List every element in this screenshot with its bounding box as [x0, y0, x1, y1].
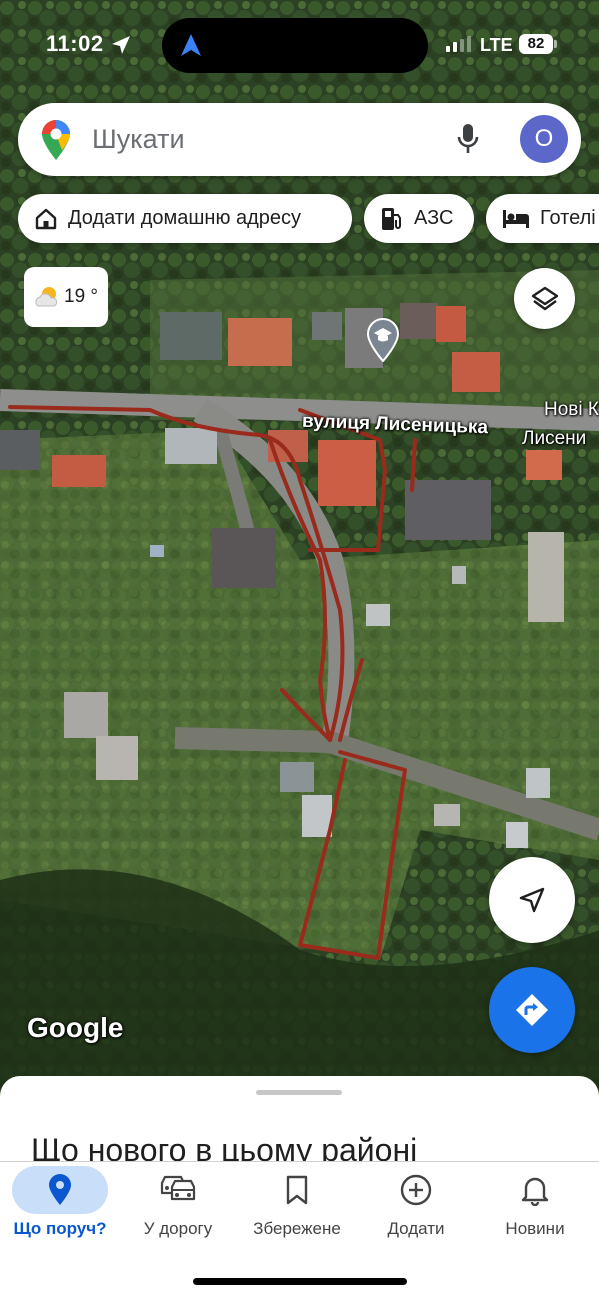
nav-contribute-label: Додати — [387, 1219, 445, 1238]
search-input[interactable] — [92, 124, 432, 155]
sheet-drag-handle[interactable] — [256, 1090, 342, 1095]
bookmark-icon — [286, 1175, 308, 1205]
nav-contribute-wrap — [368, 1166, 464, 1214]
chip-gas-stations-label: АЗС — [414, 207, 454, 229]
gas-station-icon — [382, 207, 401, 230]
chip-gas-stations[interactable]: АЗС — [364, 194, 474, 243]
nav-explore[interactable]: Що поруч? — [0, 1162, 120, 1242]
nav-updates-wrap — [487, 1166, 583, 1214]
chip-add-home[interactable]: Додати домашню адресу — [18, 194, 352, 243]
bell-icon — [521, 1177, 549, 1206]
chip-hotels[interactable]: Готелі — [486, 194, 599, 243]
nav-go-label: У дорогу — [143, 1219, 213, 1238]
weather-widget[interactable]: 19 ° — [24, 267, 108, 327]
account-avatar[interactable]: О — [520, 115, 568, 163]
location-arrow-icon — [112, 36, 130, 54]
nav-updates[interactable]: Новини — [475, 1162, 595, 1242]
home-indicator — [193, 1278, 407, 1285]
battery-indicator: 82 — [519, 34, 553, 54]
directions-icon — [516, 994, 548, 1026]
layers-button[interactable] — [514, 268, 575, 329]
my-location-button[interactable] — [489, 857, 575, 943]
nav-saved-label: Збережене — [253, 1219, 341, 1238]
directions-button[interactable] — [489, 967, 575, 1053]
battery-cap — [554, 40, 557, 48]
location-pin-icon — [49, 1174, 71, 1205]
signal-icon — [446, 36, 471, 52]
google-logo: Google — [27, 1012, 124, 1043]
place-label-line1: Нові К — [544, 399, 599, 420]
search-bar[interactable]: О — [18, 103, 581, 176]
nav-updates-label: Новини — [505, 1219, 565, 1238]
status-time: 11:02 — [46, 31, 104, 56]
nav-saved[interactable]: Збережене — [237, 1162, 357, 1242]
nav-go[interactable]: У дорогу — [118, 1162, 238, 1242]
hotel-icon — [503, 209, 529, 228]
weather-temperature: 19 ° — [64, 286, 99, 307]
car-icon — [160, 1175, 196, 1201]
nav-explore-highlight — [12, 1166, 108, 1214]
chip-hotels-label: Готелі — [540, 207, 596, 229]
microphone-icon[interactable] — [456, 123, 480, 155]
layers-icon — [531, 286, 558, 310]
place-label-line2: Лисени — [522, 428, 587, 449]
navigation-arrow-icon — [181, 34, 201, 56]
nav-saved-wrap — [249, 1166, 345, 1214]
nav-contribute[interactable]: Додати — [356, 1162, 476, 1242]
network-type: LTE — [480, 35, 513, 55]
nav-go-wrap — [130, 1166, 226, 1214]
add-circle-icon — [400, 1174, 432, 1206]
nav-explore-label: Що поруч? — [13, 1219, 107, 1238]
partly-cloudy-icon — [35, 287, 58, 307]
chip-add-home-label: Додати домашню адресу — [68, 207, 302, 229]
google-maps-pin-icon — [42, 120, 70, 160]
home-icon — [35, 208, 57, 229]
location-arrow-icon — [519, 887, 545, 913]
